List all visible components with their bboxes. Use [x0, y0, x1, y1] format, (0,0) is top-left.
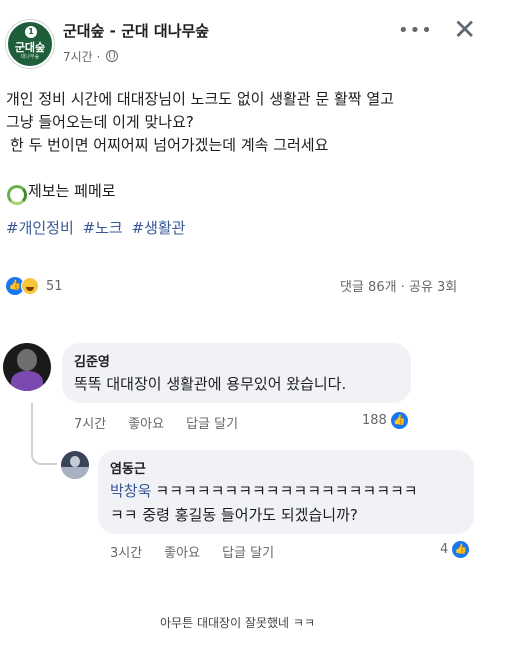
- avatar-number: 1: [25, 26, 37, 38]
- post-text-line: 그냥 들어오는데 이게 맞나요?: [6, 113, 194, 131]
- page-name-link[interactable]: 군대숲 - 군대 대나무숲: [63, 20, 209, 41]
- comment-like-button[interactable]: 좋아요: [128, 413, 164, 432]
- comment-text: 똑똑 대대장이 생활관에 용무있어 왔습니다.: [74, 375, 347, 393]
- post-header: 1 군대숲 대나무숲 군대숲 - 군대 대나무숲 7시간 · ••• ✕: [6, 14, 496, 70]
- recycle-icon: [6, 183, 27, 205]
- reply-avatar[interactable]: [61, 451, 89, 479]
- reaction-count: 51: [46, 278, 63, 294]
- comments-count[interactable]: 댓글 86개: [340, 280, 397, 295]
- comment-reply-button[interactable]: 답글 달기: [186, 413, 238, 432]
- post-time[interactable]: 7시간: [63, 50, 93, 64]
- reply-actions: 3시간 좋아요 답글 달기: [110, 542, 296, 561]
- meta-separator: ·: [96, 50, 101, 64]
- comment-likes: 188: [362, 413, 387, 428]
- reply-author[interactable]: 염동근: [110, 458, 146, 477]
- shares-count[interactable]: 공유 3회: [409, 280, 457, 295]
- reply-connector: [31, 403, 57, 465]
- reply-like-count[interactable]: 4 👍: [440, 541, 470, 558]
- hashtag-link[interactable]: #개인정비: [6, 219, 74, 237]
- reaction-summary[interactable]: 👍 51: [6, 276, 63, 296]
- comment-bubble: 김준영 똑똑 대대장이 생활관에 용무있어 왔습니다.: [62, 343, 411, 403]
- reply-text-line: ㅋㅋ 중령 홍길동 들어가도 되겠습니까?: [110, 506, 358, 524]
- reply-text: ㅋㅋㅋㅋㅋㅋㅋㅋㅋㅋㅋㅋㅋㅋㅋㅋㅋㅋㅋ: [155, 482, 418, 500]
- reply-likes: 4: [440, 542, 449, 557]
- comment-time[interactable]: 7시간: [74, 413, 106, 432]
- reporter-text: 제보는 페메로: [28, 182, 116, 200]
- reporter-line: 제보는 페메로: [6, 180, 496, 205]
- reply-time[interactable]: 3시간: [110, 542, 142, 561]
- avatar-subtext: 대나무숲: [20, 54, 40, 60]
- reply-reply-button[interactable]: 답글 달기: [222, 542, 274, 561]
- hashtag-link[interactable]: #생활관: [132, 219, 186, 237]
- post-text-line: 개인 정비 시간에 대대장님이 노크도 없이 생활관 문 활짝 열고: [6, 90, 394, 108]
- mention-link[interactable]: 박창욱: [110, 482, 151, 500]
- commenter-avatar[interactable]: [3, 343, 51, 391]
- reply-like-button[interactable]: 좋아요: [164, 542, 200, 561]
- globe-icon: [106, 50, 119, 62]
- more-options-icon[interactable]: •••: [398, 20, 433, 41]
- post-meta: 7시간 ·: [63, 48, 119, 65]
- stats-separator: ·: [400, 280, 405, 295]
- close-icon[interactable]: ✕: [453, 14, 476, 46]
- hashtag-list: #개인정비 #노크 #생활관: [6, 217, 496, 240]
- hashtag-link[interactable]: #노크: [83, 219, 123, 237]
- like-icon: 👍: [452, 541, 470, 558]
- post-stats: 댓글 86개 · 공유 3회: [340, 276, 457, 295]
- comment-actions: 7시간 좋아요 답글 달기: [74, 413, 260, 432]
- caption-text: 아무튼 대대장이 잘못했네 ㅋㅋ: [160, 616, 315, 630]
- page-avatar[interactable]: 1 군대숲 대나무숲: [6, 20, 54, 68]
- haha-icon: [21, 277, 39, 295]
- post-text-line: 한 두 번이면 어찌어찌 넘어가겠는데 계속 그러세요: [10, 136, 329, 154]
- like-icon: 👍: [390, 412, 408, 429]
- post-body: 개인 정비 시간에 대대장님이 노크도 없이 생활관 문 활짝 열고 그냥 들어…: [6, 88, 496, 240]
- comment-like-count[interactable]: 188 👍: [362, 412, 408, 429]
- comment-author[interactable]: 김준영: [74, 351, 110, 370]
- reply-text-line: 박창욱 ㅋㅋㅋㅋㅋㅋㅋㅋㅋㅋㅋㅋㅋㅋㅋㅋㅋㅋㅋ: [110, 480, 418, 501]
- reply-bubble: 염동근 박창욱 ㅋㅋㅋㅋㅋㅋㅋㅋㅋㅋㅋㅋㅋㅋㅋㅋㅋㅋㅋ ㅋㅋ 중령 홍길동 들어가…: [98, 450, 474, 534]
